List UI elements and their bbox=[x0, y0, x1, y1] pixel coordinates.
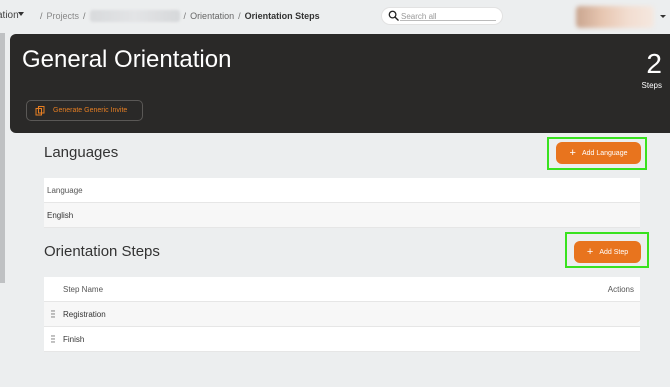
table-header: Step Name Actions bbox=[44, 277, 640, 302]
steps-table: Step Name Actions Registration Finish bbox=[44, 277, 640, 352]
breadcrumb-current: Orientation Steps bbox=[244, 11, 320, 21]
generate-invite-button[interactable]: Generate Generic Invite bbox=[26, 100, 143, 121]
column-step-name: Step Name bbox=[63, 284, 104, 294]
search-underline bbox=[400, 20, 496, 21]
breadcrumb-separator: / bbox=[83, 11, 86, 21]
breadcrumb-separator: / bbox=[183, 11, 187, 21]
table-row[interactable]: English bbox=[44, 203, 640, 228]
breadcrumb-separator: / bbox=[40, 11, 43, 21]
add-step-label: Add Step bbox=[599, 248, 629, 256]
step-name: Registration bbox=[63, 309, 106, 319]
breadcrumb-projects[interactable]: Projects bbox=[47, 11, 80, 21]
breadcrumb-project-name-redacted[interactable] bbox=[89, 10, 180, 22]
generate-invite-label: Generate Generic Invite bbox=[53, 107, 128, 114]
breadcrumb-separator: / bbox=[238, 11, 241, 21]
drag-handle-icon[interactable] bbox=[51, 335, 55, 343]
add-language-button[interactable]: + Add Language bbox=[556, 142, 641, 164]
chevron-down-icon[interactable] bbox=[18, 12, 24, 16]
add-language-label: Add Language bbox=[581, 149, 628, 157]
chevron-down-icon[interactable] bbox=[660, 15, 666, 18]
top-bar: ation / Projects / / Orientation / Orien… bbox=[0, 0, 670, 33]
user-menu-redacted[interactable] bbox=[576, 6, 654, 28]
steps-count: 2 bbox=[646, 48, 662, 79]
orientation-header-card: General Orientation Generate Generic Inv… bbox=[10, 34, 670, 133]
languages-title: Languages bbox=[44, 144, 119, 161]
table-row[interactable]: Finish bbox=[44, 327, 640, 352]
language-name: English bbox=[47, 210, 74, 220]
page-title: General Orientation bbox=[22, 46, 232, 73]
plus-icon: + bbox=[586, 245, 594, 258]
table-header: Language bbox=[44, 178, 640, 203]
table-row[interactable]: Registration bbox=[44, 302, 640, 327]
copy-icon bbox=[35, 105, 45, 115]
search-icon bbox=[388, 10, 399, 21]
plus-icon: + bbox=[569, 146, 576, 159]
languages-table: Language English bbox=[44, 178, 640, 228]
steps-label: Steps bbox=[641, 81, 662, 90]
column-actions: Actions bbox=[607, 284, 634, 294]
search-input[interactable]: Search all bbox=[381, 7, 503, 25]
orientation-steps-title: Orientation Steps bbox=[44, 243, 160, 260]
sidebar-scrollbar[interactable] bbox=[0, 33, 5, 283]
step-name: Finish bbox=[63, 334, 85, 344]
breadcrumb: / Projects / / Orientation / Orientation… bbox=[36, 10, 320, 22]
breadcrumb-root[interactable]: ation bbox=[0, 10, 19, 21]
breadcrumb-orientation[interactable]: Orientation bbox=[190, 11, 234, 21]
column-language: Language bbox=[47, 185, 83, 195]
drag-handle-icon[interactable] bbox=[51, 310, 55, 318]
add-step-button[interactable]: + Add Step bbox=[574, 241, 641, 263]
